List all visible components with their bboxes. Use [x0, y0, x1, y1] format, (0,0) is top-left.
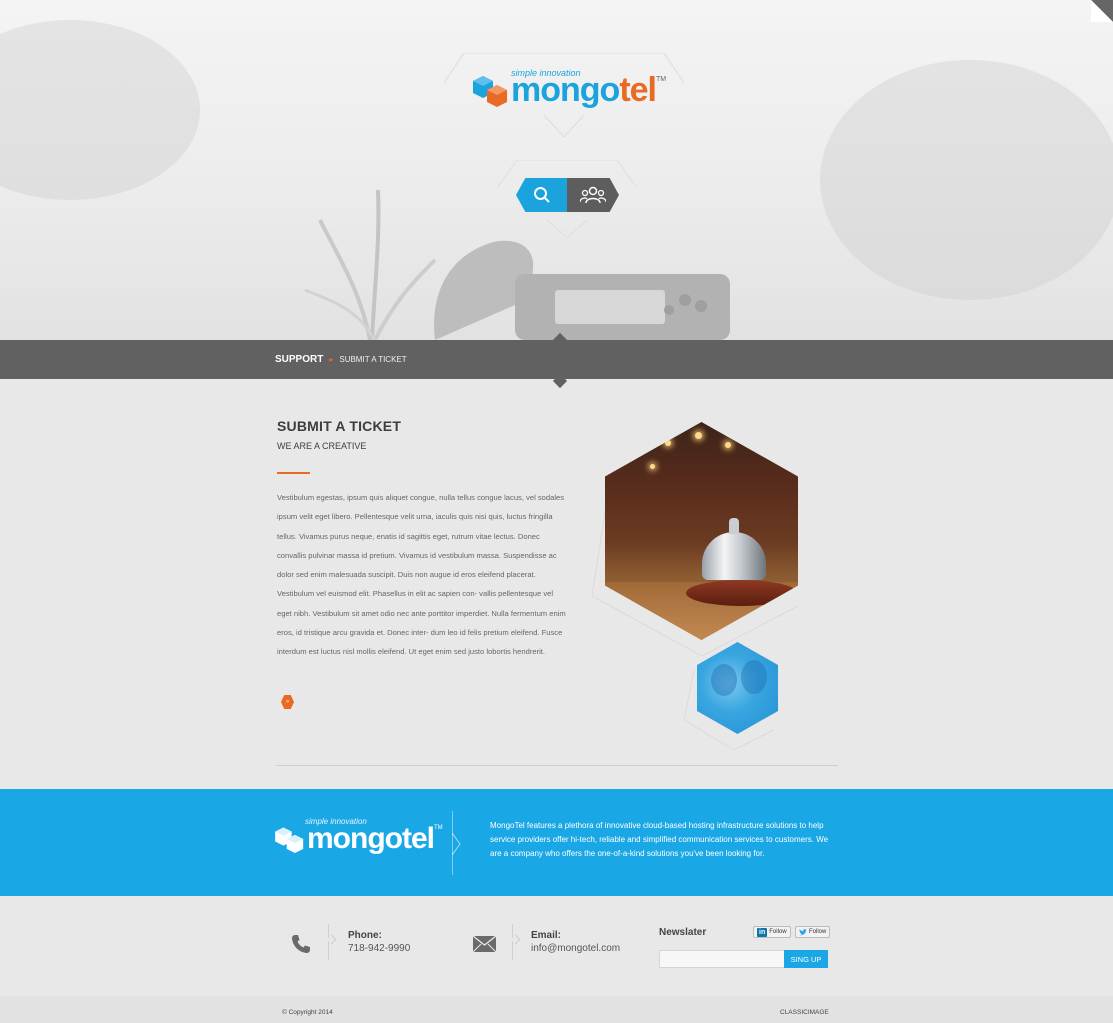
email-label: Email: — [531, 930, 562, 941]
linkedin-follow-button[interactable]: in Follow — [753, 926, 791, 938]
section-divider — [276, 765, 838, 766]
hero-banner: simple innovation mongotel TM — [0, 0, 1113, 340]
breadcrumb: SUPPORT ▸ SUBMIT A TICKET — [275, 354, 407, 365]
phone-contact: Phone: 718-942-9990 — [288, 924, 438, 964]
team-button[interactable] — [567, 178, 619, 212]
bottom-bar — [0, 996, 1113, 1023]
team-icon — [580, 186, 606, 204]
page-subtitle: WE ARE A CREATIVE — [277, 441, 367, 451]
logo-cube-icon — [473, 76, 507, 107]
read-more-button[interactable]: » — [281, 695, 294, 709]
search-button[interactable] — [516, 178, 568, 212]
email-value[interactable]: info@mongotel.com — [531, 943, 620, 954]
phone-label: Phone: — [348, 930, 382, 941]
contact-separator — [328, 924, 329, 960]
breadcrumb-separator-icon: ▸ — [329, 355, 334, 364]
signup-button[interactable]: SING UP — [784, 950, 828, 968]
linkedin-icon: in — [757, 927, 768, 937]
breadcrumb-current: SUBMIT A TICKET — [339, 355, 407, 364]
about-band: simple innovation mongotel TM MongoTel f… — [0, 789, 1113, 896]
brand-logo[interactable]: simple innovation mongotel TM — [473, 68, 667, 110]
title-accent-line — [277, 472, 310, 474]
logo-trademark: TM — [656, 76, 667, 83]
twitter-bird-icon — [799, 928, 807, 935]
about-text: MongoTel features a plethora of innovati… — [490, 821, 829, 858]
hero-background-blur — [820, 60, 1113, 300]
footer-logo-tagline: simple innovation — [305, 817, 367, 826]
email-contact: Email: info@mongotel.com — [472, 924, 642, 964]
logo-cube-icon — [275, 827, 304, 853]
logo-tagline: simple innovation — [511, 68, 581, 78]
page-title: SUBMIT A TICKET — [277, 418, 402, 434]
twitter-follow-label: Follow — [809, 929, 827, 935]
band-divider-arrow — [452, 833, 461, 855]
phone-icon — [292, 935, 310, 953]
newsletter-email-input[interactable] — [659, 950, 785, 968]
linkedin-follow-label: Follow — [769, 929, 787, 935]
contact-separator — [512, 924, 513, 960]
breadcrumb-bar: SUPPORT ▸ SUBMIT A TICKET — [0, 332, 1113, 389]
copyright-text: © Copyright 2014 — [282, 1009, 333, 1016]
body-paragraph: Vestibulum egestas, ipsum quis aliquet c… — [277, 493, 566, 657]
twitter-follow-button[interactable]: Follow — [795, 926, 831, 938]
breadcrumb-support-link[interactable]: SUPPORT — [275, 354, 323, 365]
breadcrumb-notch — [552, 373, 568, 389]
footer-logo[interactable]: simple innovation mongotel TM — [275, 817, 443, 859]
footer-logo-trademark: TM — [434, 825, 443, 831]
envelope-icon — [472, 935, 497, 953]
page-corner-fold — [1091, 0, 1113, 22]
phone-value[interactable]: 718-942-9990 — [348, 943, 410, 954]
credit-link[interactable]: CLASSICIMAGE — [780, 1009, 829, 1016]
search-icon — [534, 187, 550, 203]
desk-phone-illustration — [434, 240, 730, 340]
newsletter-label: Newslater — [659, 927, 707, 938]
hero-background-blur — [0, 20, 200, 200]
